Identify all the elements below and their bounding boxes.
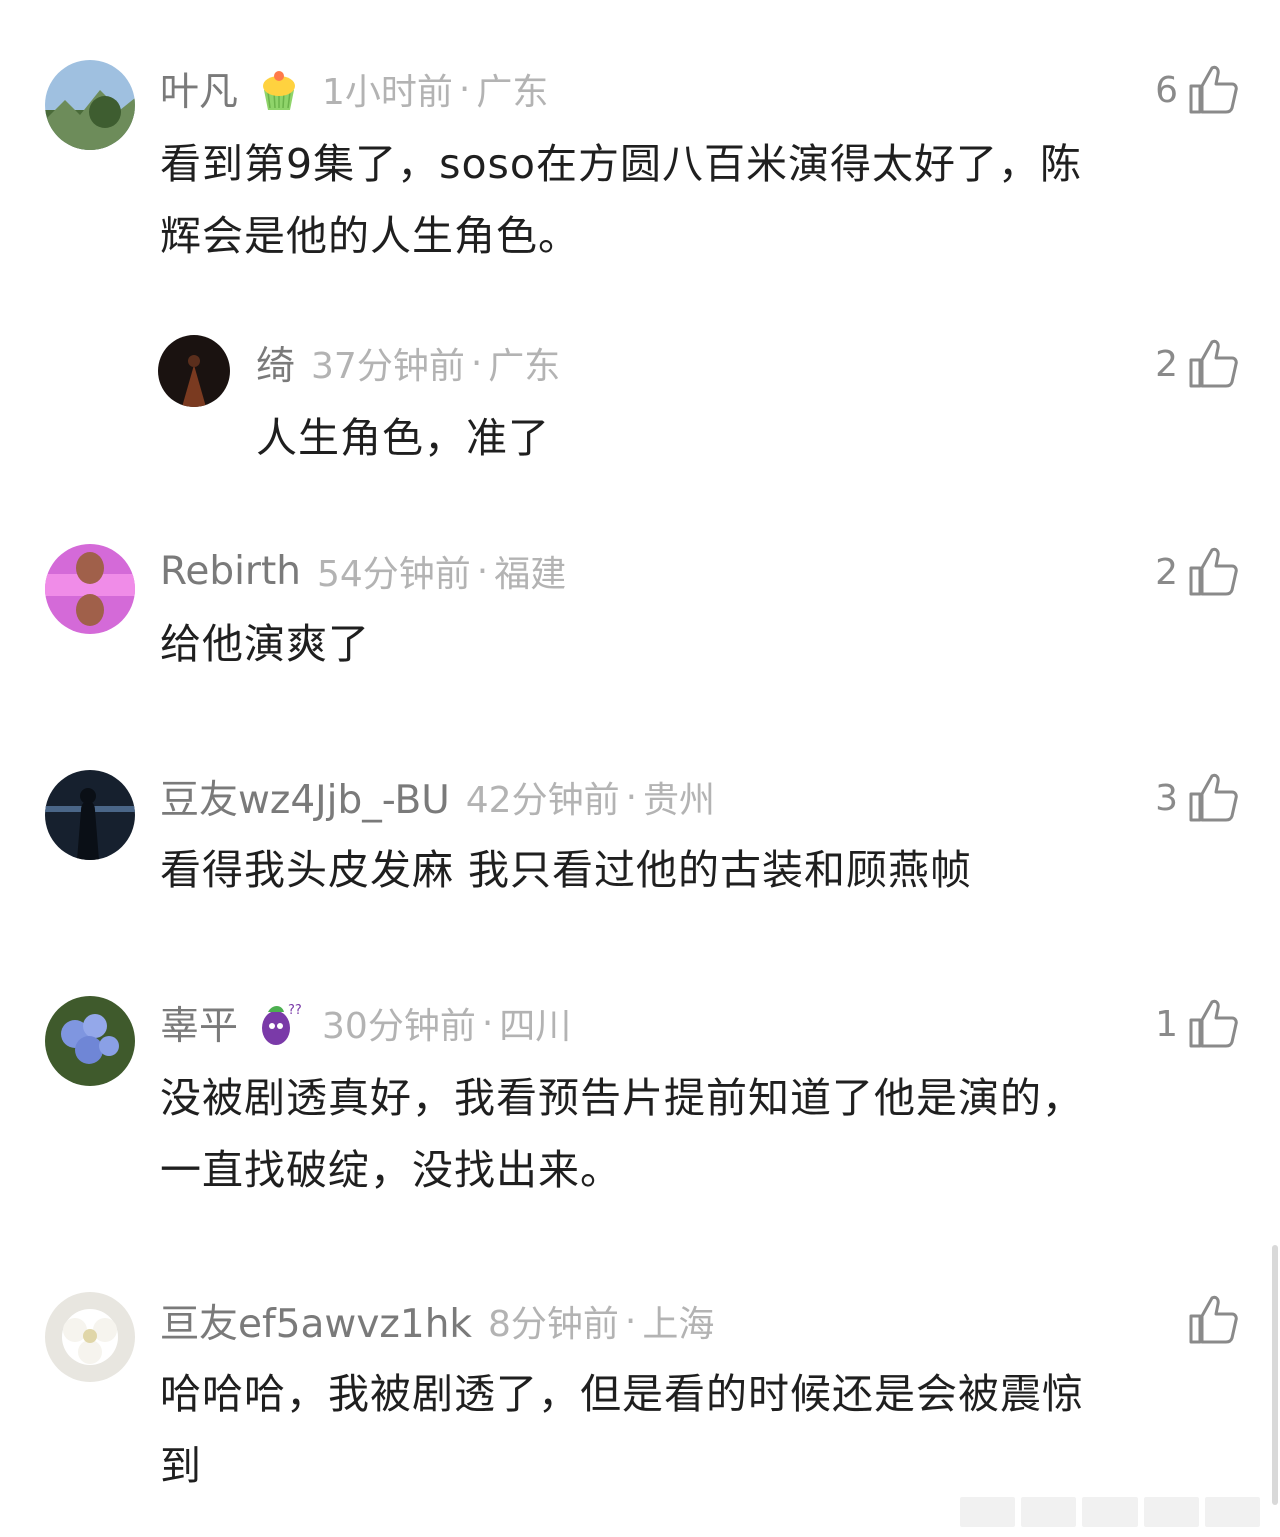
comment-text-line: 辉会是他的人生角色。 — [160, 212, 580, 260]
like-button[interactable]: 6 — [1155, 62, 1238, 118]
username[interactable]: 绮 — [256, 335, 295, 391]
comment-text-line: 到 — [160, 1442, 202, 1490]
comment-text: 没被剧透真好，我看预告片提前知道了他是演的， 一直找破绽，没找出来。 — [160, 1062, 1084, 1206]
separator: · — [481, 1002, 494, 1044]
like-button[interactable]: 2 — [1155, 336, 1238, 392]
username[interactable]: 辜平 — [160, 995, 238, 1051]
thumbs-up-icon — [1188, 772, 1238, 824]
comment-location: 福建 — [494, 554, 567, 595]
like-button[interactable]: 1 — [1155, 996, 1238, 1052]
username[interactable]: 亘友ef5awvz1hk — [160, 1293, 472, 1349]
thumbs-up-icon — [1188, 64, 1238, 116]
comment-text-line: 没被剧透真好，我看预告片提前知道了他是演的， — [160, 1074, 1084, 1122]
like-button[interactable]: 2 — [1155, 544, 1238, 600]
like-count: 1 — [1155, 1003, 1178, 1045]
watermark-block — [1204, 1497, 1261, 1527]
comment-meta: 辜平 ?? 30分钟前 · 四川 — [160, 995, 572, 1051]
comment-time: 42分钟前 — [465, 780, 620, 821]
thumbs-up-icon — [1188, 1294, 1238, 1346]
like-button[interactable]: 3 — [1155, 770, 1238, 826]
comment-location: 广东 — [476, 72, 549, 113]
comment-time: 1小时前 — [322, 72, 453, 113]
like-count: 2 — [1155, 551, 1178, 593]
watermark-block — [960, 1497, 1016, 1527]
comment-text-line: 给他演爽了 — [160, 620, 370, 668]
separator: · — [458, 68, 471, 110]
like-button[interactable] — [1178, 1292, 1238, 1348]
avatar[interactable] — [45, 1292, 135, 1382]
avatar[interactable] — [45, 60, 135, 150]
comment-meta: 亘友ef5awvz1hk 8分钟前 · 上海 — [160, 1293, 715, 1349]
comment-time: 8分钟前 — [488, 1304, 619, 1345]
comment-text-line: 一直找破绽，没找出来。 — [160, 1146, 622, 1194]
comment-text: 看得我头皮发麻 我只看过他的古装和顾燕帧 — [160, 834, 972, 906]
thumbs-up-icon — [1188, 998, 1238, 1050]
avatar[interactable] — [45, 544, 135, 634]
separator: · — [470, 342, 483, 384]
scrollbar[interactable] — [1272, 1245, 1278, 1505]
username[interactable]: 叶凡 — [160, 61, 238, 117]
comment-time: 54分钟前 — [316, 554, 471, 595]
watermark-strip — [960, 1497, 1261, 1527]
watermark-block — [1021, 1497, 1077, 1527]
avatar[interactable] — [158, 335, 230, 407]
separator: · — [625, 776, 638, 818]
comment-text-line: 哈哈哈，我被剧透了，但是看的时候还是会被震惊 — [160, 1370, 1084, 1418]
like-count: 2 — [1155, 343, 1178, 385]
comment-location: 上海 — [642, 1304, 715, 1345]
comment-text-line: 看到第9集了，soso在方圆八百米演得太好了，陈 — [160, 140, 1082, 188]
comment-text: 看到第9集了，soso在方圆八百米演得太好了，陈 辉会是他的人生角色。 — [160, 128, 1082, 272]
svg-text:??: ?? — [288, 1003, 302, 1018]
comment-text-line: 看得我头皮发麻 我只看过他的古装和顾燕帧 — [160, 846, 973, 894]
comment-meta: 豆友wz4Jjb_-BU 42分钟前 · 贵州 — [160, 769, 716, 825]
like-count: 6 — [1155, 69, 1178, 111]
comment-location: 广东 — [488, 346, 561, 387]
avatar[interactable] — [45, 770, 135, 860]
comment-text-line: 人生角色，准了 — [256, 414, 550, 462]
comment-text: 人生角色，准了 — [256, 402, 550, 474]
like-count: 3 — [1155, 777, 1178, 819]
separator: · — [624, 1300, 637, 1342]
comment-text: 哈哈哈，我被剧透了，但是看的时候还是会被震惊 到 — [160, 1358, 1084, 1502]
comment-meta: Rebirth 54分钟前 · 福建 — [160, 546, 566, 596]
eggplant-icon: ?? — [254, 998, 304, 1048]
thumbs-up-icon — [1188, 338, 1238, 390]
comment-meta: 叶凡 1小时前 · 广东 — [160, 61, 549, 117]
comment-meta: 绮 37分钟前 · 广东 — [256, 335, 561, 391]
cupcake-icon — [254, 64, 304, 114]
comment-text: 给他演爽了 — [160, 608, 370, 680]
avatar[interactable] — [45, 996, 135, 1086]
comment-location: 四川 — [499, 1006, 572, 1047]
username[interactable]: 豆友wz4Jjb_-BU — [160, 769, 450, 825]
comment-time: 37分钟前 — [311, 346, 465, 387]
separator: · — [476, 550, 489, 592]
thumbs-up-icon — [1188, 546, 1238, 598]
watermark-block — [1143, 1497, 1199, 1527]
comment-time: 30分钟前 — [322, 1006, 476, 1047]
watermark-block — [1082, 1497, 1138, 1527]
username[interactable]: Rebirth — [160, 549, 301, 594]
comment-location: 贵州 — [643, 780, 716, 821]
